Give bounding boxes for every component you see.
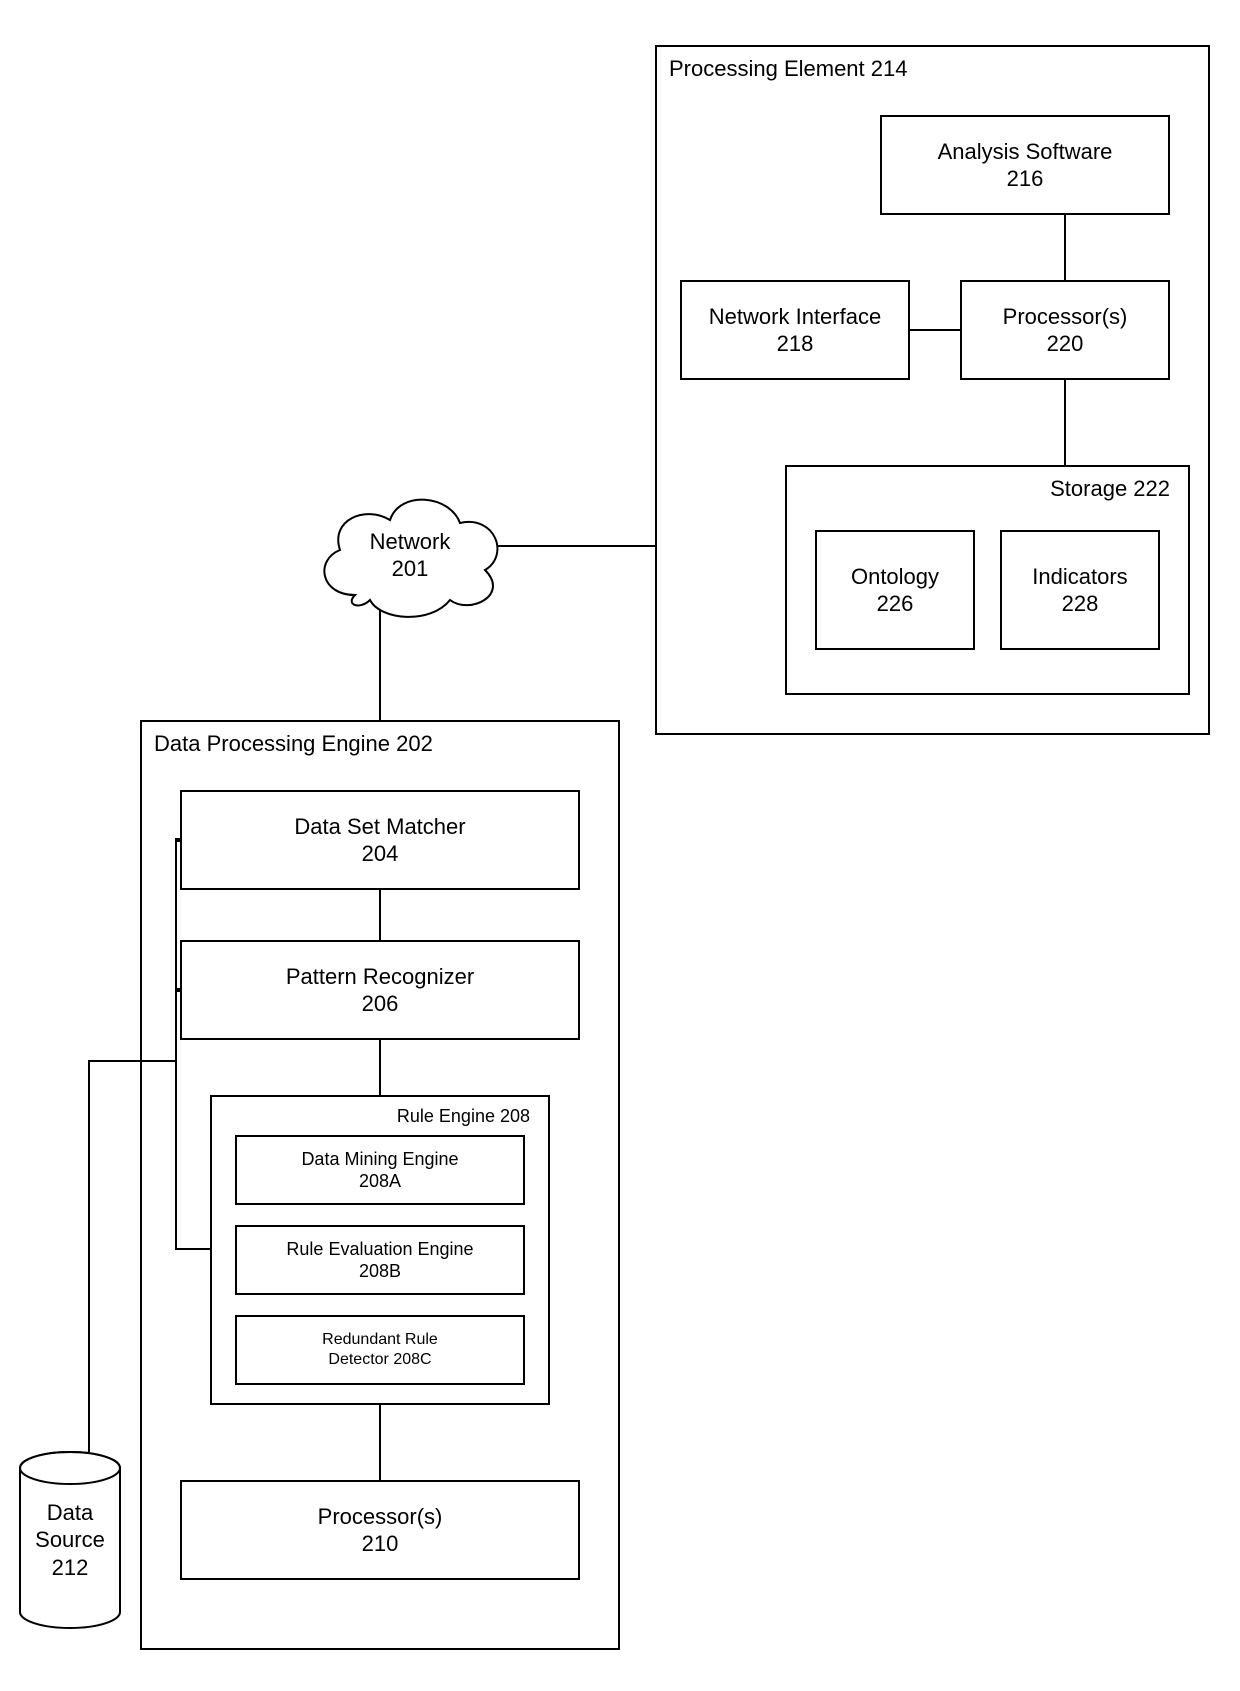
rule-engine-title: Rule Engine 208 xyxy=(397,1105,536,1128)
ontology-label: Ontology xyxy=(851,563,939,591)
indicators-box: Indicators 228 xyxy=(1000,530,1160,650)
data-set-matcher-label: Data Set Matcher xyxy=(294,813,465,841)
connector-bus-to-ruleengine xyxy=(175,1248,212,1250)
network-ref: 201 xyxy=(392,555,429,583)
data-source-label1: Data xyxy=(47,1499,93,1527)
dpe-processors-box: Processor(s) 210 xyxy=(180,1480,580,1580)
data-source-cylinder: Data Source 212 xyxy=(15,1450,125,1630)
connector-netif-processors xyxy=(910,329,960,331)
data-source-label2: Source xyxy=(35,1526,105,1554)
pe-processors-label: Processor(s) xyxy=(1003,303,1128,331)
pattern-recognizer-ref: 206 xyxy=(362,990,399,1018)
connector-bus-to-matcher xyxy=(175,838,182,842)
dpe-processors-ref: 210 xyxy=(362,1530,399,1558)
connector-analysis-processors xyxy=(1064,215,1066,280)
network-label: Network xyxy=(370,528,451,556)
connector-datasource-cyl-vertical xyxy=(88,1060,90,1452)
connector-dpe-to-cloud xyxy=(379,610,381,720)
ontology-ref: 226 xyxy=(877,590,914,618)
network-interface-label: Network Interface xyxy=(709,303,881,331)
data-mining-engine-label: Data Mining Engine xyxy=(301,1148,458,1171)
pe-processors-box: Processor(s) 220 xyxy=(960,280,1170,380)
rule-evaluation-engine-label: Rule Evaluation Engine xyxy=(286,1238,473,1261)
dpe-processors-label: Processor(s) xyxy=(318,1503,443,1531)
connector-ruleengine-processors xyxy=(379,1405,381,1480)
connector-datasource-horizontal xyxy=(90,1060,177,1062)
analysis-software-box: Analysis Software 216 xyxy=(880,115,1170,215)
rule-evaluation-engine-box: Rule Evaluation Engine 208B xyxy=(235,1225,525,1295)
connector-bus-to-recognizer xyxy=(175,988,182,992)
rule-evaluation-engine-ref: 208B xyxy=(359,1260,401,1283)
connector-processors-storage xyxy=(1064,380,1066,465)
network-interface-box: Network Interface 218 xyxy=(680,280,910,380)
connector-datasource-bus-vertical xyxy=(175,840,177,1250)
data-mining-engine-box: Data Mining Engine 208A xyxy=(235,1135,525,1205)
storage-title: Storage 222 xyxy=(1050,475,1176,503)
connector-matcher-recognizer xyxy=(379,890,381,940)
data-set-matcher-box: Data Set Matcher 204 xyxy=(180,790,580,890)
indicators-ref: 228 xyxy=(1062,590,1099,618)
pe-processors-ref: 220 xyxy=(1047,330,1084,358)
connector-datasource-join xyxy=(175,1060,177,1062)
analysis-software-ref: 216 xyxy=(1007,165,1044,193)
processing-element-title: Processing Element 214 xyxy=(669,55,907,83)
ontology-box: Ontology 226 xyxy=(815,530,975,650)
redundant-rule-detector-box: Redundant Rule Detector 208C xyxy=(235,1315,525,1385)
indicators-label: Indicators xyxy=(1032,563,1127,591)
data-processing-engine-title: Data Processing Engine 202 xyxy=(154,730,433,758)
data-set-matcher-ref: 204 xyxy=(362,840,399,868)
analysis-software-label: Analysis Software xyxy=(938,138,1113,166)
pattern-recognizer-label: Pattern Recognizer xyxy=(286,963,474,991)
pattern-recognizer-box: Pattern Recognizer 206 xyxy=(180,940,580,1040)
network-cloud: Network 201 xyxy=(310,485,510,625)
redundant-rule-detector-ref: Detector 208C xyxy=(328,1350,431,1370)
data-source-ref: 212 xyxy=(52,1554,89,1582)
connector-cloud-to-pe-v-stub xyxy=(498,545,500,547)
connector-recognizer-ruleengine xyxy=(379,1040,381,1095)
data-mining-engine-ref: 208A xyxy=(359,1170,401,1193)
connector-cloud-to-pe-h xyxy=(498,545,655,547)
network-interface-ref: 218 xyxy=(777,330,814,358)
redundant-rule-detector-label: Redundant Rule xyxy=(322,1330,438,1350)
